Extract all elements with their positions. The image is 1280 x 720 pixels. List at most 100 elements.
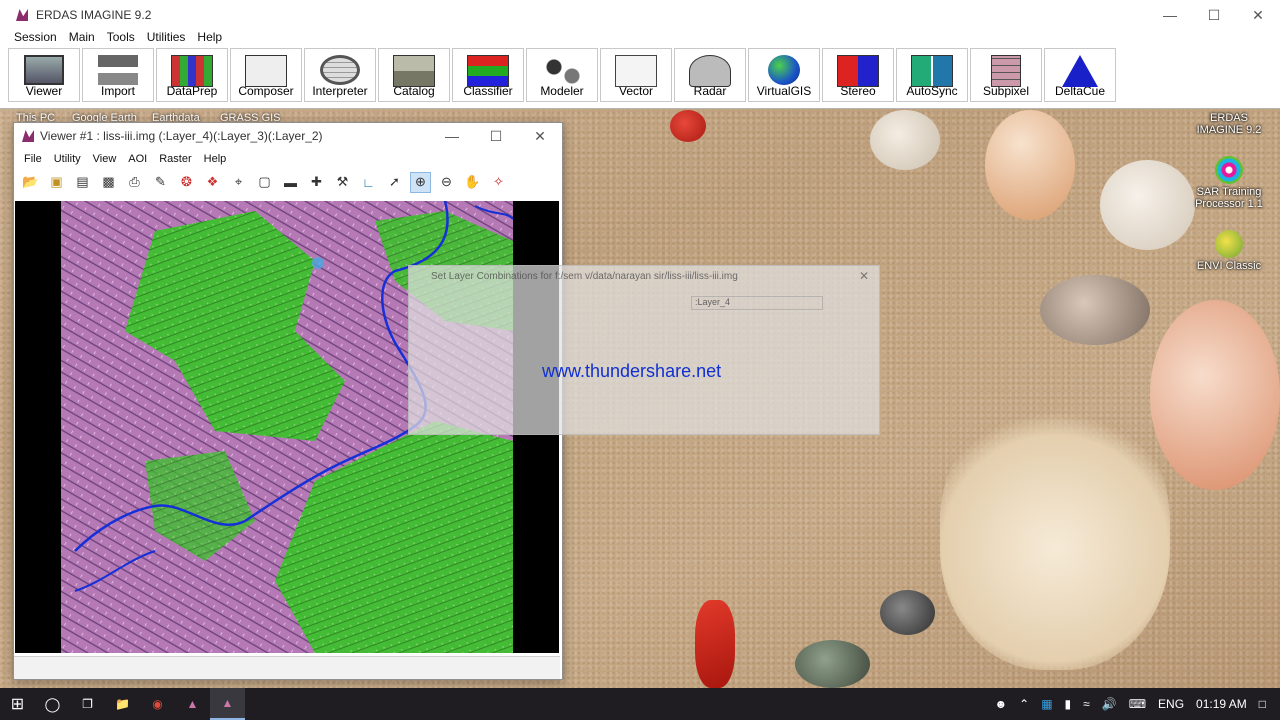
desktop-icon-erdas[interactable]: ERDAS IMAGINE 9.2 bbox=[1194, 112, 1264, 136]
scale-to-window-icon[interactable]: ▢ bbox=[254, 172, 275, 193]
hammer-icon[interactable]: ⚒ bbox=[332, 172, 353, 193]
close-button[interactable]: ✕ bbox=[1236, 7, 1280, 24]
system-tray: ☻ ⌃ ▦ ▮ ≈ 🔊 ⌨ ENG 01:19 AM □ bbox=[995, 697, 1280, 711]
viewer-menu-raster[interactable]: Raster bbox=[153, 153, 197, 165]
red-coral-decoration bbox=[670, 110, 706, 142]
globe-icon bbox=[1215, 230, 1243, 258]
crosshair-icon[interactable]: ✚ bbox=[306, 172, 327, 193]
desktop-icon-label: ERDAS IMAGINE 9.2 bbox=[1196, 112, 1262, 136]
menu-help[interactable]: Help bbox=[191, 30, 228, 48]
notifications-icon[interactable]: □ bbox=[1259, 697, 1266, 711]
pan-hand-icon[interactable]: ✋ bbox=[462, 172, 483, 193]
classifier-button[interactable]: Classifier bbox=[452, 48, 524, 102]
composer-button[interactable]: Composer bbox=[230, 48, 302, 102]
viewer-menu-aoi[interactable]: AOI bbox=[122, 153, 153, 165]
erdas-viewer-taskbar-icon[interactable]: ▲ bbox=[210, 688, 245, 720]
desktop-icon-envi[interactable]: ENVI Classic bbox=[1194, 230, 1264, 272]
virtualgis-button-label: VirtualGIS bbox=[756, 84, 812, 98]
search-icon[interactable]: ◯ bbox=[35, 688, 70, 720]
viewer-menu-view[interactable]: View bbox=[87, 153, 123, 165]
import-button[interactable]: Import bbox=[82, 48, 154, 102]
maximize-button[interactable]: ☐ bbox=[1192, 7, 1236, 24]
erdas-titlebar[interactable]: ERDAS IMAGINE 9.2 — ☐ ✕ bbox=[0, 0, 1280, 30]
fit-extent-icon[interactable]: ⌖ bbox=[228, 172, 249, 193]
cabinet-icon bbox=[393, 55, 435, 87]
virtualgis-button[interactable]: VirtualGIS bbox=[748, 48, 820, 102]
viewer-minimize-button[interactable]: — bbox=[430, 128, 474, 145]
dialog-close-button[interactable]: ✕ bbox=[859, 269, 869, 283]
erdas-app-icon bbox=[16, 9, 28, 21]
erdas-window-title: ERDAS IMAGINE 9.2 bbox=[36, 8, 152, 22]
minimize-button[interactable]: — bbox=[1148, 7, 1192, 24]
volume-icon[interactable]: 🔊 bbox=[1102, 697, 1117, 711]
menu-main[interactable]: Main bbox=[63, 30, 101, 48]
modeler-button[interactable]: Modeler bbox=[526, 48, 598, 102]
clear-view-icon[interactable]: ❂ bbox=[176, 172, 197, 193]
interpreter-button[interactable]: Interpreter bbox=[304, 48, 376, 102]
catalog-button[interactable]: Catalog bbox=[378, 48, 450, 102]
measure-icon[interactable]: ▬ bbox=[280, 172, 301, 193]
language-indicator[interactable]: ENG bbox=[1158, 697, 1184, 711]
subpixel-button[interactable]: Subpixel bbox=[970, 48, 1042, 102]
start-button[interactable]: ⊞ bbox=[0, 688, 35, 720]
keyboard-icon[interactable]: ⌨ bbox=[1129, 697, 1146, 711]
desktop-icon-sar-training[interactable]: SAR Training Processor 1.1 bbox=[1194, 156, 1264, 210]
image-pair-icon bbox=[911, 55, 953, 87]
arrows-icon bbox=[98, 55, 138, 85]
interpreter-button-label: Interpreter bbox=[312, 84, 368, 98]
clock[interactable]: 01:19 AM bbox=[1196, 697, 1247, 711]
erdas-toolbar: Viewer Import DataPrep Composer Interpre… bbox=[8, 48, 1116, 102]
new-folder-icon[interactable]: ▣ bbox=[46, 172, 67, 193]
zoom-in-icon[interactable]: ⊕ bbox=[410, 171, 431, 193]
inquire-cursor-icon[interactable]: ✧ bbox=[488, 172, 509, 193]
select-arrow-icon[interactable]: ➚ bbox=[384, 172, 405, 193]
target-icon bbox=[1215, 156, 1243, 184]
viewer-menu-help[interactable]: Help bbox=[198, 153, 233, 165]
viewer-maximize-button[interactable]: ☐ bbox=[474, 128, 518, 145]
battery-icon[interactable]: ▮ bbox=[1065, 697, 1072, 711]
wifi-icon[interactable]: ≈ bbox=[1083, 697, 1090, 711]
deltacue-button[interactable]: DeltaCue bbox=[1044, 48, 1116, 102]
autosync-button[interactable]: AutoSync bbox=[896, 48, 968, 102]
stereo-button[interactable]: Stereo bbox=[822, 48, 894, 102]
taskbar: ⊞ ◯ ❐ 📁 ◉ ▲ ▲ ☻ ⌃ ▦ ▮ ≈ 🔊 ⌨ ENG 01:19 AM… bbox=[0, 688, 1280, 720]
viewer-titlebar[interactable]: Viewer #1 : liss-iii.img (:Layer_4)(:Lay… bbox=[14, 123, 562, 149]
import-button-label: Import bbox=[100, 84, 135, 98]
eraser-icon[interactable]: ✎ bbox=[150, 172, 171, 193]
radar-dish-icon bbox=[689, 55, 731, 87]
chrome-icon[interactable]: ◉ bbox=[140, 688, 175, 720]
print-icon[interactable]: ⎙ bbox=[124, 172, 145, 193]
dataprep-button[interactable]: DataPrep bbox=[156, 48, 228, 102]
viewer-window-title: Viewer #1 : liss-iii.img (:Layer_4)(:Lay… bbox=[40, 129, 323, 143]
data-grid-icon bbox=[171, 55, 213, 87]
layer-select[interactable]: :Layer_4 bbox=[691, 296, 823, 310]
viewer-menu-file[interactable]: File bbox=[18, 153, 48, 165]
cursor-marker bbox=[312, 257, 324, 269]
pebble-decoration bbox=[880, 590, 935, 635]
radar-button[interactable]: Radar bbox=[674, 48, 746, 102]
people-icon[interactable]: ☻ bbox=[995, 697, 1008, 711]
viewer-close-button[interactable]: ✕ bbox=[518, 128, 562, 145]
save-icon[interactable]: ▩ bbox=[98, 172, 119, 193]
document-icon[interactable]: ▤ bbox=[72, 172, 93, 193]
magnifier-grid-icon bbox=[320, 55, 360, 85]
open-folder-icon[interactable]: 📂 bbox=[20, 172, 41, 193]
profile-icon[interactable]: ∟ bbox=[358, 172, 379, 193]
app-tray-icon[interactable]: ▦ bbox=[1041, 697, 1052, 711]
vector-button[interactable]: Vector bbox=[600, 48, 672, 102]
erdas-menubar: Session Main Tools Utilities Help bbox=[0, 30, 1280, 48]
viewer-menu-utility[interactable]: Utility bbox=[48, 153, 87, 165]
desktop-icon-label: ENVI Classic bbox=[1196, 260, 1262, 272]
menu-tools[interactable]: Tools bbox=[101, 30, 141, 48]
erdas-taskbar-icon[interactable]: ▲ bbox=[175, 688, 210, 720]
viewer-button[interactable]: Viewer bbox=[8, 48, 80, 102]
chevron-up-icon[interactable]: ⌃ bbox=[1019, 697, 1029, 711]
file-explorer-icon[interactable]: 📁 bbox=[105, 688, 140, 720]
menu-session[interactable]: Session bbox=[8, 30, 63, 48]
seashell-decoration bbox=[1040, 275, 1150, 345]
stereo-glasses-icon bbox=[837, 55, 879, 87]
menu-utilities[interactable]: Utilities bbox=[141, 30, 192, 48]
task-view-icon[interactable]: ❐ bbox=[70, 688, 105, 720]
zoom-out-icon[interactable]: ⊖ bbox=[436, 172, 457, 193]
layer-info-icon[interactable]: ❖ bbox=[202, 172, 223, 193]
